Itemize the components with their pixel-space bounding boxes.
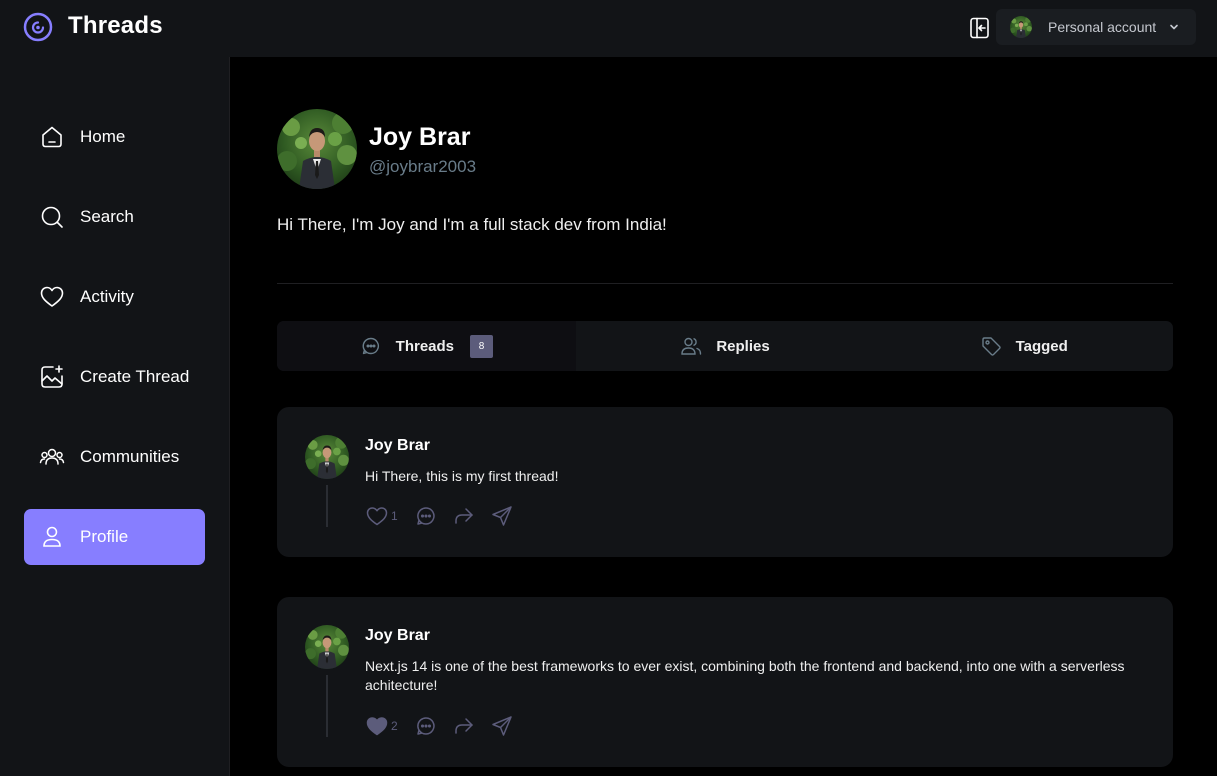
profile-handle: @joybrar2003 (369, 157, 477, 176)
sidebar-item-communities[interactable]: Communities (24, 429, 205, 485)
sidebar-item-label: Communities (80, 447, 180, 466)
thread-author-name[interactable]: Joy Brar (365, 627, 430, 645)
threads-logo-icon[interactable] (22, 11, 54, 43)
user-icon (43, 526, 61, 547)
reply-icon[interactable] (414, 504, 438, 528)
like-count: 1 (391, 509, 398, 523)
share-icon[interactable] (490, 714, 514, 738)
tag-icon (981, 337, 1001, 356)
tab-threads[interactable]: Threads 8 (277, 321, 576, 371)
profile-tabs: Threads 8 Replies Tagged (277, 321, 1173, 371)
repost-icon[interactable] (452, 714, 476, 738)
community-icon (39, 448, 65, 465)
members-icon (681, 337, 702, 355)
sidebar-item-label: Search (80, 207, 134, 226)
thread-connector-line (326, 675, 328, 737)
sidebar-item-label: Home (80, 127, 126, 146)
sidebar-item-search[interactable]: Search (24, 189, 205, 245)
left-sidebar: Home Search Activity Create Thread Commu… (0, 57, 230, 776)
heart-icon[interactable] (365, 504, 389, 528)
sidebar-item-label: Activity (80, 287, 134, 306)
tab-label: Threads (395, 337, 455, 355)
create-image-icon (41, 365, 63, 388)
thread-card[interactable]: Joy Brar Next.js 14 is one of the best f… (277, 597, 1173, 767)
logout-icon[interactable] (968, 16, 992, 40)
sidebar-item-label: Profile (80, 527, 129, 546)
brand-title[interactable]: Threads (68, 12, 163, 40)
sidebar-item-profile[interactable]: Profile (24, 509, 205, 565)
org-switcher-label: Personal account (1048, 19, 1157, 35)
tab-label: Tagged (1015, 337, 1068, 355)
profile-name: Joy Brar (369, 123, 471, 151)
thread-author-avatar[interactable] (305, 435, 349, 479)
org-switcher-button[interactable]: Personal account (996, 9, 1196, 45)
profile-bio: Hi There, I'm Joy and I'm a full stack d… (277, 215, 667, 234)
tab-label: Replies (716, 337, 770, 355)
thread-content: Hi There, this is my first thread! (365, 468, 559, 484)
repost-icon[interactable] (452, 504, 476, 528)
thread-connector-line (326, 485, 328, 527)
thread-actions: 2 (365, 714, 528, 738)
search-icon (41, 206, 63, 228)
sidebar-item-home[interactable]: Home (24, 109, 205, 165)
like-count: 2 (391, 719, 398, 733)
thread-author-name[interactable]: Joy Brar (365, 437, 430, 455)
thread-author-avatar[interactable] (305, 625, 349, 669)
heart-icon (40, 286, 64, 307)
thread-actions: 1 (365, 504, 528, 528)
main-content: Joy Brar @joybrar2003 Hi There, I'm Joy … (230, 57, 1217, 776)
chat-icon (362, 337, 379, 355)
sidebar-item-activity[interactable]: Activity (24, 269, 205, 325)
sidebar-item-label: Create Thread (80, 367, 190, 386)
tab-count-badge: 8 (470, 334, 494, 358)
divider (277, 283, 1173, 284)
chevron-down-icon (1170, 24, 1178, 30)
org-avatar (1010, 16, 1032, 38)
profile-avatar (277, 109, 357, 189)
home-icon (42, 126, 62, 148)
thread-card[interactable]: Joy Brar Hi There, this is my first thre… (277, 407, 1173, 557)
heart-filled-icon[interactable] (365, 714, 389, 738)
thread-content: Next.js 14 is one of the best frameworks… (365, 658, 1125, 693)
tab-replies[interactable]: Replies (576, 321, 875, 371)
tab-tagged[interactable]: Tagged (874, 321, 1173, 371)
sidebar-item-create-thread[interactable]: Create Thread (24, 349, 205, 405)
reply-icon[interactable] (414, 714, 438, 738)
topbar: Threads Personal account (0, 0, 1217, 57)
share-icon[interactable] (490, 504, 514, 528)
